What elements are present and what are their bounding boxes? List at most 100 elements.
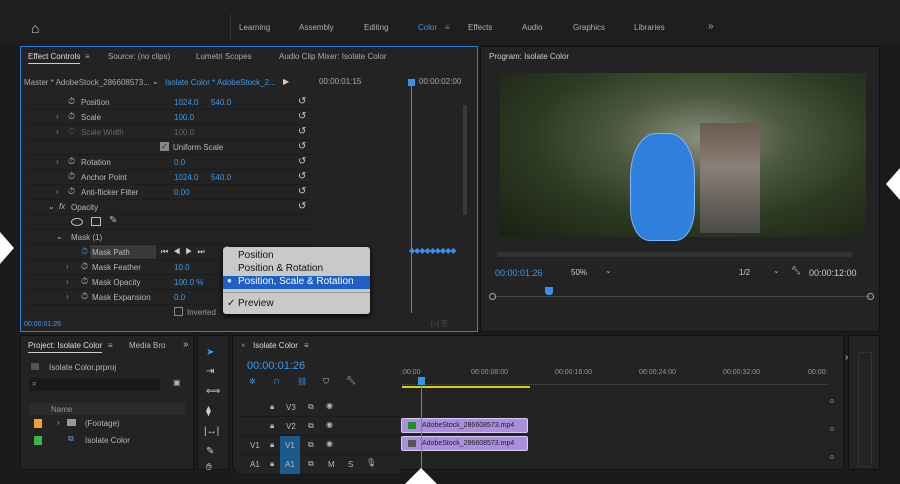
menu-item-preview[interactable]: ✓Preview: [223, 298, 370, 311]
keyframes[interactable]: ◆◆◆◆◆◆◆◆◆: [409, 246, 455, 255]
workspace-effects[interactable]: Effects: [468, 23, 492, 32]
project-item-footage[interactable]: ›(Footage): [21, 416, 193, 433]
expand-chevron-icon[interactable]: ›: [66, 262, 69, 271]
reset-icon[interactable]: ↺: [298, 171, 306, 182]
expand-chevron-icon[interactable]: ›: [56, 187, 59, 196]
stopwatch-icon[interactable]: ⏱: [68, 96, 75, 107]
expand-chevron-icon[interactable]: ›: [66, 292, 69, 301]
project-item-sequence[interactable]: ⧉Isolate Color: [21, 433, 193, 450]
eye-icon[interactable]: ◉: [326, 439, 333, 448]
more-workspaces-button[interactable]: »: [708, 21, 714, 32]
nest-toggle-icon[interactable]: ✲: [249, 377, 256, 386]
value[interactable]: 0.0: [174, 293, 185, 302]
sync-icon[interactable]: ⧉: [308, 402, 314, 412]
collapse-chevron-icon[interactable]: ⌄: [56, 232, 63, 241]
razor-tool-icon[interactable]: ⧫: [206, 406, 211, 417]
stopwatch-icon[interactable]: ⏱: [81, 261, 88, 272]
clip-selector[interactable]: Isolate Color * AdobeStock_2...: [165, 78, 276, 87]
expand-chevron-icon[interactable]: ›: [57, 418, 60, 427]
sync-icon[interactable]: ⧉: [308, 459, 314, 469]
track-mask-controls[interactable]: ⏮◀▶⏭: [161, 247, 210, 257]
uniform-scale-checkbox[interactable]: ✓: [160, 142, 169, 151]
linked-selection-icon[interactable]: ⛓︎: [297, 377, 307, 386]
value-x[interactable]: 1024.0: [174, 173, 198, 182]
play-triangle-icon[interactable]: ▶: [283, 77, 289, 86]
chevron-down-icon[interactable]: ⌄: [773, 266, 780, 275]
video-frame[interactable]: [500, 73, 866, 237]
reset-icon[interactable]: ↺: [298, 186, 306, 197]
selection-tool-icon[interactable]: ➤: [206, 347, 214, 358]
stopwatch-icon[interactable]: ⏱: [68, 111, 75, 122]
stopwatch-icon[interactable]: ⏱: [68, 156, 75, 167]
mask-outline[interactable]: [630, 133, 695, 241]
inverted-checkbox[interactable]: [174, 307, 183, 316]
source-patch[interactable]: V1: [250, 441, 260, 450]
value[interactable]: 10.0: [174, 263, 190, 272]
tab-audio-clip-mixer[interactable]: Audio Clip Mixer: Isolate Color: [279, 52, 387, 61]
value[interactable]: 100.0: [174, 113, 194, 122]
tab-effect-controls[interactable]: Effect Controls: [28, 52, 80, 64]
workspace-assembly[interactable]: Assembly: [299, 23, 334, 32]
reset-icon[interactable]: ↺: [298, 156, 306, 167]
value-y[interactable]: 540.0: [211, 98, 231, 107]
new-bin-icon[interactable]: ▣: [173, 378, 181, 387]
value[interactable]: 100.0 %: [174, 278, 203, 287]
pen-mask-icon[interactable]: ✎: [109, 215, 117, 226]
tab-source[interactable]: Source: (no clips): [108, 52, 170, 61]
expand-chevron-icon[interactable]: ›: [66, 277, 69, 286]
value-y[interactable]: 540.0: [211, 173, 231, 182]
ellipse-mask-icon[interactable]: [71, 218, 83, 226]
lock-icon[interactable]: 🔒︎: [270, 440, 274, 450]
current-timecode[interactable]: 00:00:01:26: [24, 321, 61, 328]
reset-icon[interactable]: ↺: [298, 111, 306, 122]
chevron-down-icon[interactable]: ⌄: [605, 266, 612, 275]
value[interactable]: 0.0: [174, 158, 185, 167]
program-timecode[interactable]: 00:00:01:26: [495, 268, 543, 278]
sync-icon[interactable]: ⧉: [308, 440, 314, 450]
lock-icon[interactable]: 🔒︎: [270, 459, 274, 469]
close-tab-icon[interactable]: ×: [241, 341, 246, 350]
expand-chevron-icon[interactable]: ›: [56, 157, 59, 166]
settings-wrench-icon[interactable]: 🔧︎: [791, 266, 801, 275]
panel-menu-icon[interactable]: ≡: [304, 341, 309, 350]
horizontal-scrollbar[interactable]: [497, 252, 853, 257]
search-input[interactable]: ⌕: [29, 378, 160, 391]
time-ruler[interactable]: [402, 381, 828, 385]
resolution-select[interactable]: 1/2: [739, 268, 750, 277]
menu-item-position[interactable]: Position: [223, 250, 370, 263]
panel-menu-icon[interactable]: ≡: [108, 341, 113, 350]
timeline-timecode[interactable]: 00:00:01:26: [247, 360, 305, 372]
eye-icon[interactable]: ◉: [326, 420, 333, 429]
solo-button[interactable]: S: [348, 460, 353, 469]
eye-icon[interactable]: ◉: [326, 401, 333, 410]
reset-icon[interactable]: ↺: [298, 141, 306, 152]
slip-tool-icon[interactable]: |↔|: [204, 426, 219, 437]
value-x[interactable]: 1024.0: [174, 98, 198, 107]
value[interactable]: 0.00: [174, 188, 190, 197]
stopwatch-icon[interactable]: ⏱: [68, 186, 75, 197]
fx-badge[interactable]: fx: [59, 202, 65, 211]
workspace-color[interactable]: Color: [418, 23, 437, 32]
pen-tool-icon[interactable]: ✎: [206, 446, 214, 457]
workspace-audio[interactable]: Audio: [522, 23, 542, 32]
stopwatch-icon[interactable]: ⏱: [81, 276, 88, 287]
menu-item-position-scale-rotation[interactable]: ●Position, Scale & Rotation: [223, 276, 370, 289]
microphone-icon[interactable]: 🎙︎: [366, 458, 376, 467]
hand-tool-icon[interactable]: ✋︎: [206, 462, 212, 473]
zoom-select[interactable]: 50%: [571, 268, 587, 277]
stopwatch-icon[interactable]: ⏱: [81, 291, 88, 302]
sync-icon[interactable]: ⧉: [308, 421, 314, 431]
playhead-handle[interactable]: [545, 287, 553, 295]
track-select-tool-icon[interactable]: ⇥: [206, 366, 214, 377]
workspace-graphics[interactable]: Graphics: [573, 23, 605, 32]
home-icon[interactable]: ⌂: [31, 20, 39, 36]
menu-item-position-rotation[interactable]: Position & Rotation: [223, 263, 370, 276]
column-header-name[interactable]: Name: [29, 403, 185, 415]
reset-icon[interactable]: ↺: [298, 96, 306, 107]
collapse-chevron-icon[interactable]: ⌄: [48, 202, 55, 211]
lock-icon[interactable]: 🔒︎: [270, 402, 274, 412]
chevron-down-icon[interactable]: ⌄: [152, 77, 159, 86]
source-patch[interactable]: A1: [250, 460, 260, 469]
tab-project[interactable]: Project: Isolate Color: [28, 341, 102, 353]
snap-magnet-icon[interactable]: ∩: [273, 376, 280, 387]
